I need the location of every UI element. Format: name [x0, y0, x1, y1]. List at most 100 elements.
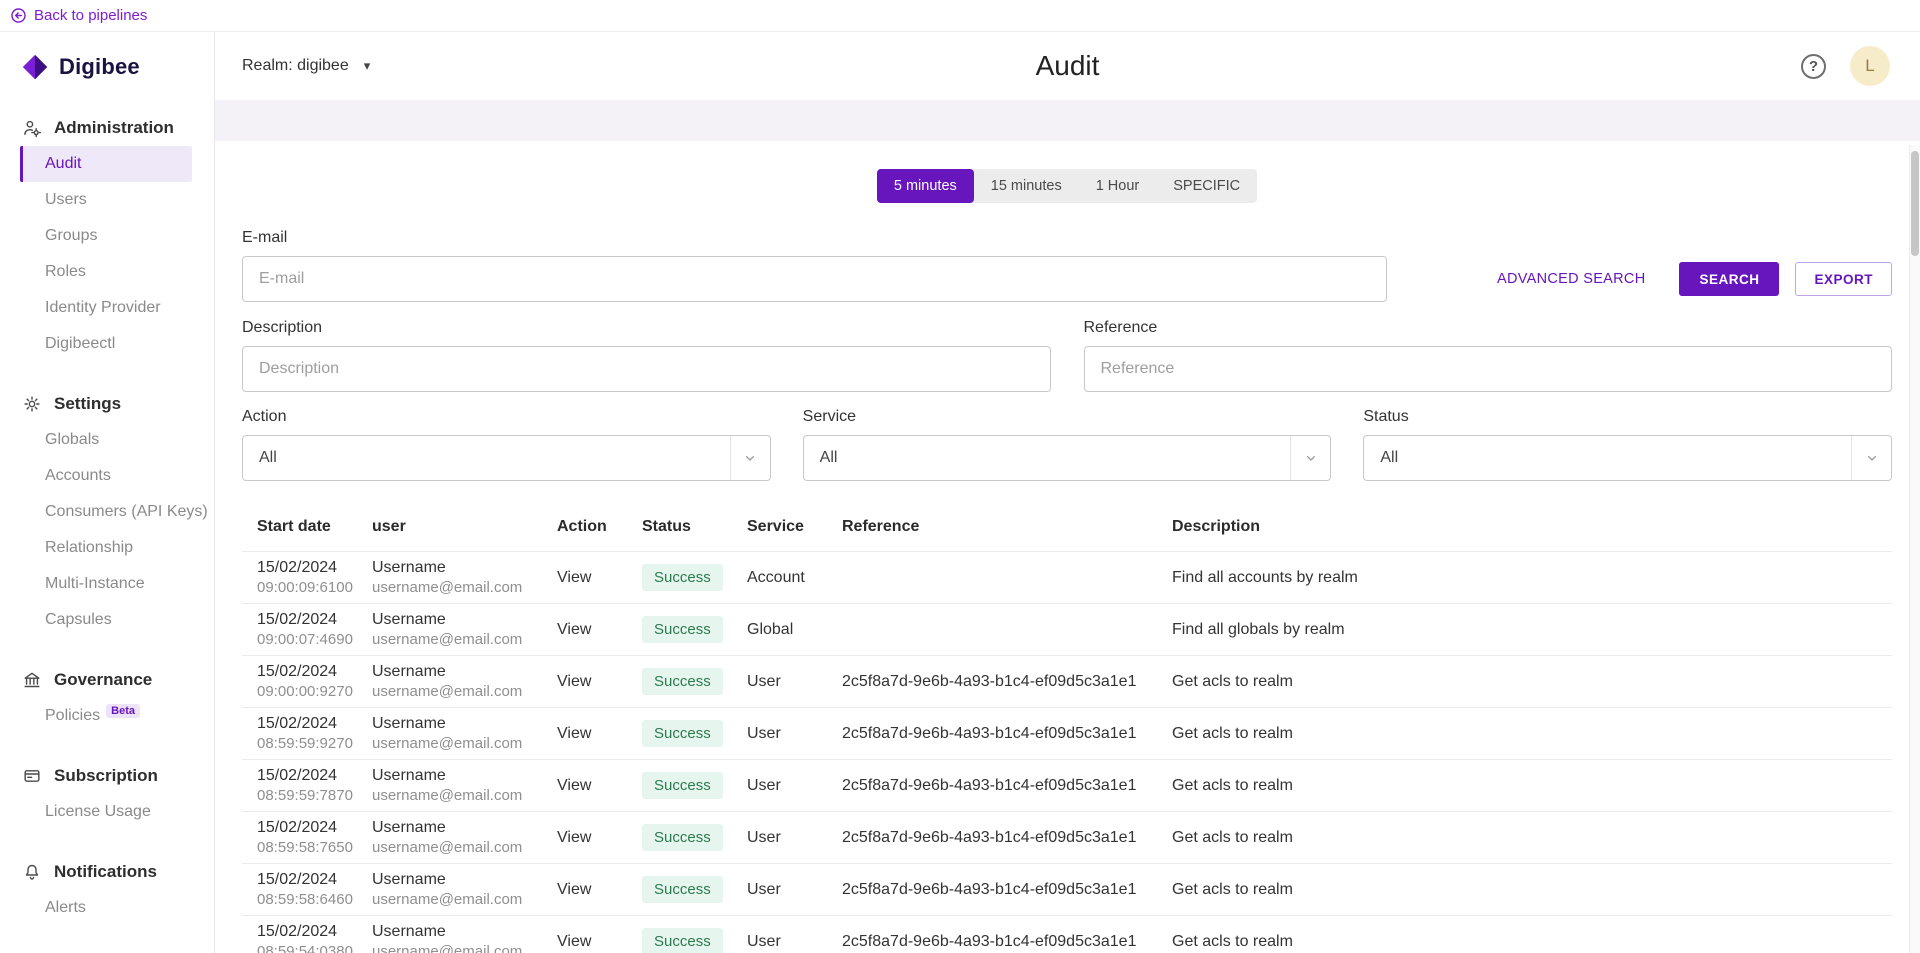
- cell-status: Success: [642, 812, 747, 864]
- table-row[interactable]: 15/02/2024 08:59:59:9270 Username userna…: [242, 708, 1892, 760]
- cell-user: Username username@email.com: [372, 864, 557, 916]
- cell-status: Success: [642, 552, 747, 604]
- sidebar-item-accounts[interactable]: Accounts: [0, 458, 214, 494]
- user-avatar[interactable]: L: [1850, 46, 1890, 86]
- realm-selector[interactable]: Realm: digibee ▾: [242, 57, 370, 75]
- description-label: Description: [242, 319, 1051, 337]
- cell-status: Success: [642, 708, 747, 760]
- table-row[interactable]: 15/02/2024 08:59:54:0380 Username userna…: [242, 916, 1892, 953]
- sidebar-item-policies[interactable]: PoliciesBeta: [0, 698, 214, 734]
- service-select[interactable]: All: [803, 435, 1332, 481]
- status-badge: Success: [642, 928, 723, 953]
- sidebar-section-label: Administration: [54, 118, 174, 138]
- beta-badge: Beta: [106, 704, 140, 718]
- table-row[interactable]: 15/02/2024 08:59:58:6460 Username userna…: [242, 864, 1892, 916]
- table-row[interactable]: 15/02/2024 09:00:09:6100 Username userna…: [242, 552, 1892, 604]
- action-select[interactable]: All: [242, 435, 771, 481]
- cell-service: Account: [747, 552, 842, 604]
- vertical-scrollbar[interactable]: [1909, 145, 1920, 953]
- time-range-5-minutes-button[interactable]: 5 minutes: [877, 169, 974, 203]
- reference-input[interactable]: [1084, 346, 1893, 392]
- status-select-value: All: [1364, 449, 1851, 467]
- sidebar-section-settings: Settings Globals Accounts Consumers (API…: [0, 388, 214, 638]
- cell-start-date: 15/02/2024 08:59:58:7650: [242, 812, 372, 864]
- scrollbar-thumb[interactable]: [1911, 151, 1919, 256]
- sidebar-item-license-usage[interactable]: License Usage: [0, 794, 214, 830]
- notifications-bell-icon: [22, 862, 42, 882]
- sidebar-section-label: Subscription: [54, 766, 158, 786]
- time-range-toggle: 5 minutes 15 minutes 1 Hour SPECIFIC: [242, 169, 1892, 203]
- cell-start-date: 15/02/2024 09:00:07:4690: [242, 604, 372, 656]
- search-button[interactable]: SEARCH: [1679, 262, 1779, 296]
- digibee-logo[interactable]: Digibee: [0, 52, 214, 82]
- time-range-15-minutes-button[interactable]: 15 minutes: [974, 169, 1079, 203]
- cell-user: Username username@email.com: [372, 916, 557, 953]
- email-input[interactable]: [242, 256, 1387, 302]
- service-label: Service: [803, 408, 1332, 426]
- sidebar-section-header-administration[interactable]: Administration: [0, 112, 214, 146]
- cell-start-date: 15/02/2024 08:59:59:7870: [242, 760, 372, 812]
- advanced-search-link[interactable]: ADVANCED SEARCH: [1497, 271, 1645, 287]
- cell-start-date: 15/02/2024 08:59:59:9270: [242, 708, 372, 760]
- selects-row: Action All Service All: [242, 408, 1892, 481]
- cell-description: Find all globals by realm: [1172, 604, 1892, 656]
- table-row[interactable]: 15/02/2024 09:00:07:4690 Username userna…: [242, 604, 1892, 656]
- sidebar-section-header-subscription[interactable]: Subscription: [0, 760, 214, 794]
- action-select-value: All: [243, 449, 730, 467]
- description-input[interactable]: [242, 346, 1051, 392]
- cell-action: View: [557, 708, 642, 760]
- cell-status: Success: [642, 656, 747, 708]
- sidebar-section-header-governance[interactable]: Governance: [0, 664, 214, 698]
- sidebar-section-header-settings[interactable]: Settings: [0, 388, 214, 422]
- time-range-1-hour-button[interactable]: 1 Hour: [1079, 169, 1157, 203]
- table-row[interactable]: 15/02/2024 08:59:58:7650 Username userna…: [242, 812, 1892, 864]
- time-range-specific-button[interactable]: SPECIFIC: [1156, 169, 1257, 203]
- cell-reference: 2c5f8a7d-9e6b-4a93-b1c4-ef09d5c3a1e1: [842, 864, 1172, 916]
- cell-start-date: 15/02/2024 08:59:58:6460: [242, 864, 372, 916]
- status-badge: Success: [642, 772, 723, 799]
- help-icon[interactable]: ?: [1801, 54, 1826, 79]
- cell-user: Username username@email.com: [372, 812, 557, 864]
- sidebar-item-alerts[interactable]: Alerts: [0, 890, 214, 926]
- status-badge: Success: [642, 616, 723, 643]
- cell-user: Username username@email.com: [372, 604, 557, 656]
- sidebar-item-audit[interactable]: Audit: [20, 146, 192, 182]
- sidebar-item-identity-provider[interactable]: Identity Provider: [0, 290, 214, 326]
- status-select[interactable]: All: [1363, 435, 1892, 481]
- filter-actions: ADVANCED SEARCH SEARCH EXPORT: [1497, 262, 1892, 296]
- subheader-strip: [215, 100, 1920, 141]
- cell-reference: [842, 604, 1172, 656]
- cell-start-date: 15/02/2024 08:59:54:0380: [242, 916, 372, 953]
- export-button[interactable]: EXPORT: [1795, 262, 1892, 296]
- sidebar-item-users[interactable]: Users: [0, 182, 214, 218]
- cell-description: Get acls to realm: [1172, 812, 1892, 864]
- sidebar-section-notifications: Notifications Alerts: [0, 856, 214, 926]
- sidebar-item-roles[interactable]: Roles: [0, 254, 214, 290]
- sidebar-item-multi-instance[interactable]: Multi-Instance: [0, 566, 214, 602]
- audit-table-body: 15/02/2024 09:00:09:6100 Username userna…: [242, 552, 1892, 953]
- sidebar-item-capsules[interactable]: Capsules: [0, 602, 214, 638]
- table-row[interactable]: 15/02/2024 09:00:00:9270 Username userna…: [242, 656, 1892, 708]
- table-row[interactable]: 15/02/2024 08:59:59:7870 Username userna…: [242, 760, 1892, 812]
- sidebar-item-groups[interactable]: Groups: [0, 218, 214, 254]
- cell-status: Success: [642, 604, 747, 656]
- sidebar-section-header-notifications[interactable]: Notifications: [0, 856, 214, 890]
- cell-start-date: 15/02/2024 09:00:09:6100: [242, 552, 372, 604]
- sidebar-section-label: Settings: [54, 394, 121, 414]
- sidebar-item-digibeectl[interactable]: Digibeectl: [0, 326, 214, 362]
- header-right: ? L: [1801, 46, 1890, 86]
- governance-bank-icon: [22, 670, 42, 690]
- main-area: Realm: digibee ▾ Audit ? L 5 minutes 15 …: [215, 32, 1920, 953]
- cell-action: View: [557, 812, 642, 864]
- sidebar-item-relationship[interactable]: Relationship: [0, 530, 214, 566]
- sidebar-item-consumers-api-keys[interactable]: Consumers (API Keys): [0, 494, 214, 530]
- column-header-action: Action: [557, 503, 642, 552]
- back-to-pipelines-link[interactable]: Back to pipelines: [10, 7, 147, 24]
- cell-description: Get acls to realm: [1172, 864, 1892, 916]
- sidebar-item-globals[interactable]: Globals: [0, 422, 214, 458]
- cell-service: Global: [747, 604, 842, 656]
- back-arrow-icon: [10, 7, 27, 24]
- cell-service: User: [747, 812, 842, 864]
- realm-label: Realm: digibee: [242, 57, 349, 75]
- chevron-down-icon: [730, 436, 770, 480]
